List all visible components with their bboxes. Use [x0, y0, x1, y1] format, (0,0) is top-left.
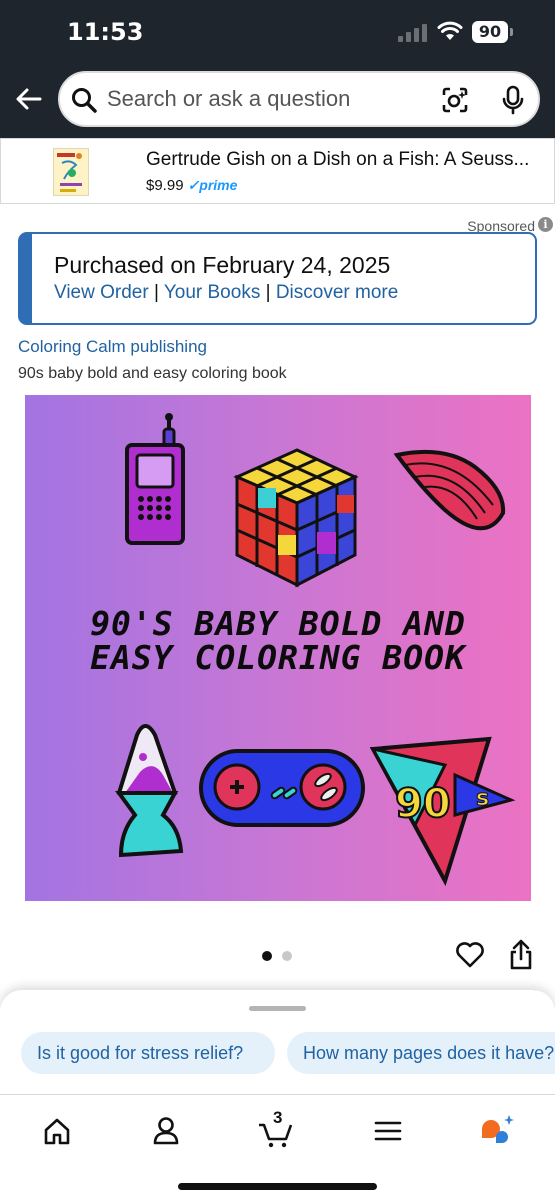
game-controller-illustration	[199, 749, 365, 827]
top-bar: 11:53 90	[0, 0, 555, 138]
prime-label: prime	[199, 177, 238, 193]
link-separator: |	[153, 282, 159, 303]
image-pager-dot[interactable]	[262, 951, 272, 961]
shutter-shades-illustration	[393, 449, 506, 531]
rufus-icon[interactable]	[478, 1111, 518, 1151]
image-pager[interactable]	[262, 951, 292, 961]
back-arrow-icon[interactable]	[14, 84, 44, 114]
mic-icon[interactable]	[500, 85, 526, 115]
search-input[interactable]	[107, 83, 427, 115]
home-icon[interactable]	[37, 1111, 77, 1151]
lava-lamp-illustration	[115, 724, 184, 858]
purchase-links: View Order | Your Books | Discover more	[54, 282, 398, 304]
cover-title-line1: 90'S BABY BOLD AND	[90, 604, 466, 643]
status-time: 11:53	[67, 18, 144, 46]
sponsored-product-price: $9.99 ✓prime	[146, 177, 237, 194]
signal-icon	[398, 24, 427, 42]
search-bar[interactable]	[58, 71, 540, 127]
product-title: 90s baby bold and easy coloring book	[18, 365, 287, 382]
sheet-drag-handle[interactable]	[249, 1006, 306, 1011]
wifi-icon	[437, 21, 463, 40]
purchase-date: Purchased on February 24, 2025	[54, 252, 391, 278]
nineties-badge-text: 90	[395, 781, 451, 827]
view-order-link[interactable]: View Order	[54, 282, 149, 303]
cart-button[interactable]: 3	[256, 1108, 296, 1151]
rubiks-cube-illustration	[233, 448, 359, 588]
menu-icon[interactable]	[368, 1111, 408, 1151]
prime-badge: ✓prime	[187, 177, 238, 193]
cart-count: 3	[273, 1108, 283, 1127]
nineties-triangle-illustration: 90 s	[369, 736, 516, 887]
sponsored-product-banner[interactable]: Gertrude Gish on a Dish on a Fish: A Seu…	[0, 138, 555, 204]
home-indicator	[178, 1183, 377, 1190]
discover-more-link[interactable]: Discover more	[276, 282, 398, 303]
battery-indicator: 90	[472, 21, 513, 43]
sponsored-product-thumbnail	[53, 148, 89, 196]
heart-icon[interactable]	[455, 941, 485, 969]
nineties-badge-suffix: s	[476, 786, 489, 811]
cover-title-line2: EASY COLORING BOOK	[90, 638, 466, 677]
suggestion-chip[interactable]: How many pages does it have?	[287, 1032, 555, 1074]
suggestion-chip[interactable]: Is it good for stress relief?	[21, 1032, 275, 1074]
search-icon	[72, 88, 97, 113]
cover-title: 90'S BABY BOLD AND EASY COLORING BOOK	[25, 607, 531, 675]
price: $9.99	[146, 177, 184, 194]
image-pager-dot[interactable]	[282, 951, 292, 961]
product-image[interactable]: 90 s 90'S BABY BOLD AND EASY COLORING BO…	[25, 395, 531, 901]
camera-icon[interactable]	[440, 85, 470, 115]
info-icon[interactable]: i	[538, 217, 553, 232]
share-icon[interactable]	[507, 939, 535, 971]
link-separator: |	[265, 282, 271, 303]
account-icon[interactable]	[146, 1111, 186, 1151]
purchase-notice: Purchased on February 24, 2025 View Orde…	[18, 232, 537, 325]
brand-link[interactable]: Coloring Calm publishing	[18, 337, 207, 357]
your-books-link[interactable]: Your Books	[164, 282, 260, 303]
cell-phone-illustration	[125, 413, 185, 545]
sponsored-product-title: Gertrude Gish on a Dish on a Fish: A Seu…	[146, 149, 530, 170]
